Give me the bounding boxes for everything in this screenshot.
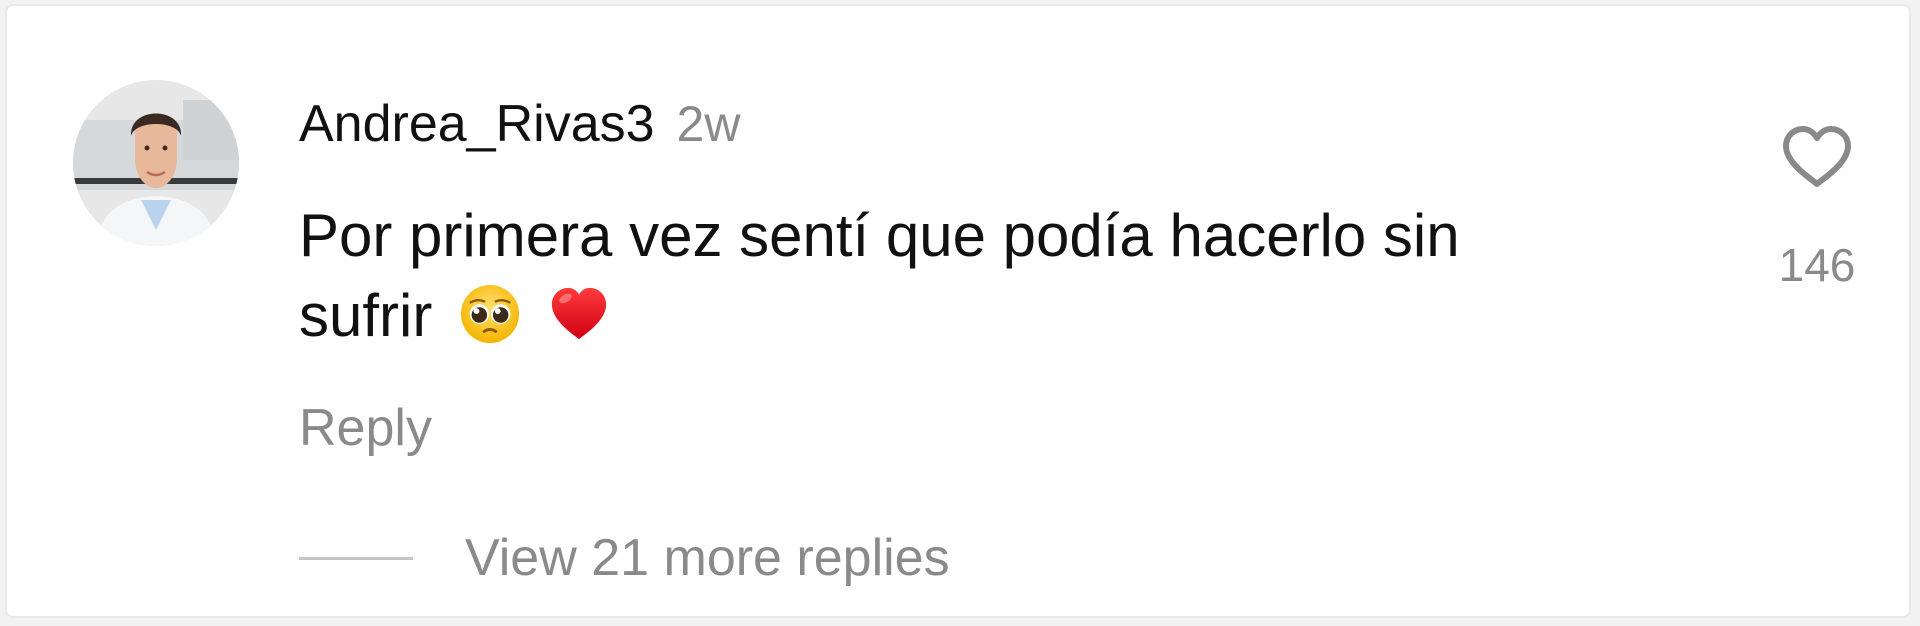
heart-icon[interactable] [1780,124,1854,190]
view-more-replies-button[interactable]: View 21 more replies [299,528,950,588]
comment-header: Andrea_Rivas3 2w [299,94,740,167]
replies-divider-line [299,556,413,560]
comment-card: Andrea_Rivas3 2w Por primera vez sentí qu… [5,4,1911,618]
comment-text: Por primera vez sentí que podía hacerlo … [299,196,1589,356]
view-more-replies-label: View 21 more replies [465,529,950,587]
avatar-image [73,80,239,246]
pleading-face-emoji-icon [459,283,521,345]
username[interactable]: Andrea_Rivas3 [299,95,655,153]
reply-button[interactable]: Reply [299,398,432,458]
like-count: 146 [1778,239,1856,291]
avatar[interactable] [73,80,239,246]
red-heart-emoji-icon [548,283,610,345]
timestamp: 2w [676,96,741,152]
like-section: 146 [1767,124,1867,290]
